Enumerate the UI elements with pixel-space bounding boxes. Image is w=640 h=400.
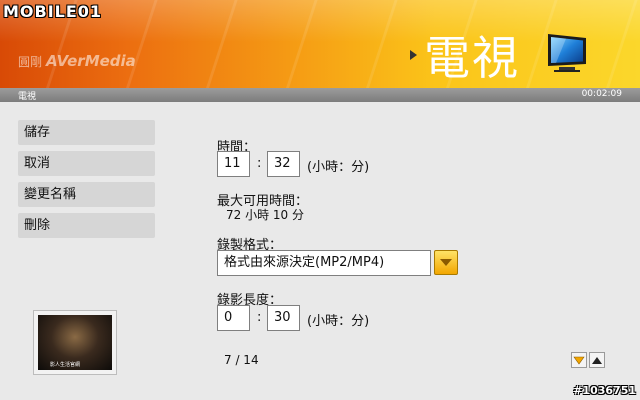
length-hour-input[interactable]: 0 bbox=[217, 305, 250, 331]
site-watermark-logo: MOBILE01 bbox=[3, 2, 103, 21]
delete-button[interactable]: 刪除 bbox=[18, 213, 155, 238]
scroll-down-button[interactable] bbox=[571, 352, 587, 368]
header-stripe bbox=[202, 0, 241, 88]
page-indicator: 7 / 14 bbox=[224, 353, 259, 367]
brand-logo: 圓剛 AVerMedia bbox=[18, 52, 136, 70]
arrow-up-icon bbox=[592, 357, 602, 364]
hour-input[interactable]: 11 bbox=[217, 151, 250, 177]
status-bar-time: 00:02:09 bbox=[581, 89, 622, 99]
format-dropdown-button[interactable] bbox=[434, 250, 458, 275]
preview-caption: 影人生活官網 bbox=[50, 362, 81, 368]
save-button[interactable]: 儲存 bbox=[18, 120, 155, 145]
play-arrow-icon bbox=[410, 50, 417, 60]
length-minute-input[interactable]: 30 bbox=[267, 305, 300, 331]
status-bar-label: 電視 bbox=[18, 92, 37, 102]
length-colon: : bbox=[257, 310, 262, 325]
channel-preview-thumbnail[interactable]: 影人生活官網 bbox=[33, 310, 117, 375]
header-stripe bbox=[602, 0, 640, 88]
format-select[interactable]: 格式由來源決定(MP2/MP4) bbox=[217, 250, 431, 276]
status-bar bbox=[0, 88, 640, 102]
time-unit-label: (小時：分) bbox=[307, 160, 370, 175]
brand-en: AVerMedia bbox=[46, 52, 136, 70]
tv-icon bbox=[548, 34, 586, 72]
chevron-down-icon bbox=[440, 259, 452, 266]
header-banner: MOBILE01 圓剛 AVerMedia 電視 bbox=[0, 0, 640, 88]
page-title: 電視 bbox=[424, 31, 520, 85]
preview-image: 影人生活官網 bbox=[38, 315, 112, 370]
arrow-down-icon bbox=[573, 356, 585, 365]
header-stripe bbox=[122, 0, 161, 88]
cancel-button[interactable]: 取消 bbox=[18, 151, 155, 176]
scroll-up-button[interactable] bbox=[589, 352, 605, 368]
header-stripe bbox=[282, 0, 321, 88]
rename-button[interactable]: 變更名稱 bbox=[18, 182, 155, 207]
brand-zh: 圓剛 bbox=[18, 55, 43, 69]
header-stripe bbox=[362, 0, 401, 88]
minute-input[interactable]: 32 bbox=[267, 151, 300, 177]
time-colon: : bbox=[257, 156, 262, 171]
length-unit-label: (小時：分) bbox=[307, 314, 370, 329]
footer-watermark: #1036751 bbox=[573, 384, 636, 397]
max-time-value: 72 小時 10 分 bbox=[226, 208, 304, 222]
